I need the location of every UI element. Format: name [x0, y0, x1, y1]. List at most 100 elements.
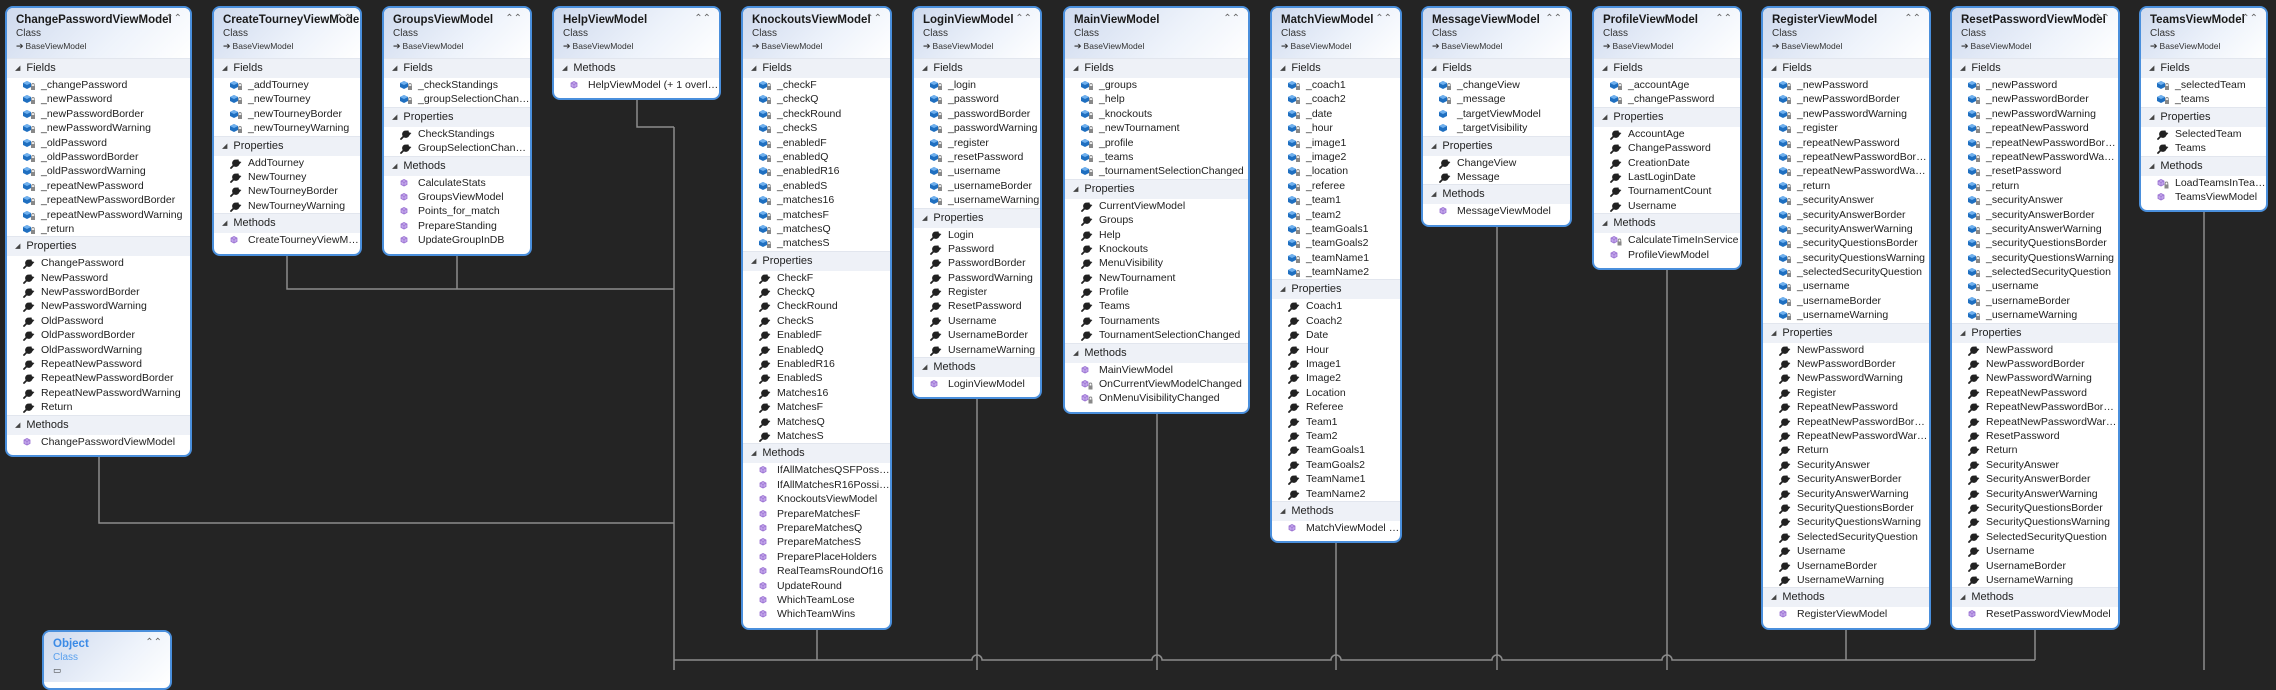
member-property[interactable]: RepeatNewPassword	[1952, 386, 2118, 400]
class-box-profileviewmodel[interactable]: ProfileViewModel Class ➔ BaseViewModel ⌃⌃ ◢ Fi…	[1592, 6, 1742, 270]
member-field[interactable]: _repeatNewPassword	[1763, 136, 1929, 150]
member-property[interactable]: NewPasswordWarning	[1952, 371, 2118, 385]
member-method[interactable]: LoginViewModel	[914, 377, 1040, 391]
member-field[interactable]: _username	[1763, 279, 1929, 293]
member-property[interactable]: Location	[1272, 386, 1400, 400]
member-field[interactable]: _repeatNewPassword	[1952, 121, 2118, 135]
class-box-mainviewmodel[interactable]: MainViewModel Class ➔ BaseViewModel ⌃⌃ ◢ Field…	[1063, 6, 1250, 414]
member-property[interactable]: TeamName1	[1272, 472, 1400, 486]
member-field[interactable]: _newTourneyWarning	[214, 121, 360, 135]
member-method[interactable]: PrepareMatchesQ	[743, 521, 890, 535]
member-field[interactable]: _matches16	[743, 193, 890, 207]
collapse-chevron-icon[interactable]: ⌃⌃	[2093, 13, 2110, 24]
class-box-knockoutsviewmodel[interactable]: KnockoutsViewModel Class ➔ BaseViewModel ⌃⌃ ◢…	[741, 6, 892, 630]
member-property[interactable]: NewPassword	[1952, 343, 2118, 357]
collapse-chevron-icon[interactable]: ⌃⌃	[145, 637, 162, 648]
class-box-object[interactable]: Object Class ▭ ⌃⌃	[42, 630, 172, 690]
member-property[interactable]: UsernameWarning	[1763, 573, 1929, 587]
class-header[interactable]: LoginViewModel Class ➔ BaseViewModel ⌃⌃	[914, 8, 1040, 58]
member-method[interactable]: CreateTourneyViewModel	[214, 233, 360, 247]
member-method[interactable]: GroupsViewModel	[384, 190, 530, 204]
member-field[interactable]: _groupSelectionChanged	[384, 92, 530, 106]
member-field[interactable]: _oldPassword	[7, 136, 190, 150]
class-box-teamsviewmodel[interactable]: TeamsViewModel Class ➔ BaseViewModel ⌃⌃ ◢ Fiel…	[2139, 6, 2268, 213]
member-property[interactable]: MatchesF	[743, 400, 890, 414]
member-method[interactable]: PrepareStanding	[384, 219, 530, 233]
member-field[interactable]: _securityAnswerBorder	[1952, 208, 2118, 222]
member-property[interactable]: Groups	[1065, 213, 1248, 227]
member-method[interactable]: ResetPasswordViewModel	[1952, 607, 2118, 621]
member-field[interactable]: _register	[914, 136, 1040, 150]
class-box-messageviewmodel[interactable]: MessageViewModel Class ➔ BaseViewModel ⌃⌃ ◢ Fi…	[1421, 6, 1572, 227]
member-property[interactable]: RepeatNewPasswordWarning	[1952, 415, 2118, 429]
member-field[interactable]: _tournamentSelectionChanged	[1065, 164, 1248, 178]
member-property[interactable]: Team2	[1272, 429, 1400, 443]
member-field[interactable]: _coach1	[1272, 78, 1400, 92]
member-property[interactable]: SecurityQuestionsBorder	[1763, 501, 1929, 515]
member-property[interactable]: Teams	[1065, 299, 1248, 313]
class-header[interactable]: Object Class ▭ ⌃⌃	[44, 632, 170, 682]
member-property[interactable]: CheckRound	[743, 299, 890, 313]
member-field[interactable]: _securityQuestionsBorder	[1952, 236, 2118, 250]
member-property[interactable]: NewTourneyBorder	[214, 184, 360, 198]
member-field[interactable]: _newPasswordWarning	[7, 121, 190, 135]
member-field[interactable]: _securityAnswerBorder	[1763, 208, 1929, 222]
member-property[interactable]: RepeatNewPasswordBorder	[1763, 415, 1929, 429]
member-property[interactable]: ChangeView	[1423, 156, 1570, 170]
member-field[interactable]: _resetPassword	[1952, 164, 2118, 178]
member-property[interactable]: Return	[7, 400, 190, 414]
member-method[interactable]: MessageViewModel	[1423, 204, 1570, 218]
member-property[interactable]: Register	[1763, 386, 1929, 400]
member-field[interactable]: _newPasswordWarning	[1763, 107, 1929, 121]
class-header[interactable]: RegisterViewModel Class ➔ BaseViewModel ⌃⌃	[1763, 8, 1929, 58]
member-field[interactable]: _enabledS	[743, 179, 890, 193]
member-property[interactable]: NewTourneyWarning	[214, 199, 360, 213]
member-field[interactable]: _changePassword	[7, 78, 190, 92]
member-property[interactable]: RepeatNewPassword	[7, 357, 190, 371]
member-property[interactable]: Username	[1763, 544, 1929, 558]
member-property[interactable]: NewPasswordWarning	[1763, 371, 1929, 385]
section-header-methods[interactable]: ◢ Methods	[914, 357, 1040, 378]
member-property[interactable]: EnabledQ	[743, 343, 890, 357]
member-method[interactable]: UpdateRound	[743, 579, 890, 593]
member-property[interactable]: SecurityAnswer	[1952, 458, 2118, 472]
member-field[interactable]: _teamGoals1	[1272, 222, 1400, 236]
member-field[interactable]: _matchesQ	[743, 222, 890, 236]
member-field[interactable]: _securityAnswerWarning	[1763, 222, 1929, 236]
member-property[interactable]: NewTourney	[214, 170, 360, 184]
member-property[interactable]: SecurityQuestionsWarning	[1952, 515, 2118, 529]
member-field[interactable]: _newPasswordBorder	[1952, 92, 2118, 106]
member-field[interactable]: _targetViewModel	[1423, 107, 1570, 121]
section-header-fields[interactable]: ◢ Fields	[7, 58, 190, 78]
member-method[interactable]: KnockoutsViewModel	[743, 492, 890, 506]
member-property[interactable]: LastLoginDate	[1594, 170, 1740, 184]
member-method[interactable]: HelpViewModel (+ 1 overloa...	[554, 78, 719, 92]
class-header[interactable]: MatchViewModel Class ➔ BaseViewModel ⌃⌃	[1272, 8, 1400, 58]
class-header[interactable]: ProfileViewModel Class ➔ BaseViewModel ⌃⌃	[1594, 8, 1740, 58]
member-property[interactable]: OldPassword	[7, 314, 190, 328]
member-field[interactable]: _register	[1763, 121, 1929, 135]
member-property[interactable]: Tournaments	[1065, 314, 1248, 328]
member-field[interactable]: _login	[914, 78, 1040, 92]
member-field[interactable]: _checkF	[743, 78, 890, 92]
member-property[interactable]: CheckStandings	[384, 127, 530, 141]
member-field[interactable]: _groups	[1065, 78, 1248, 92]
section-header-methods[interactable]: ◢ Methods	[1065, 342, 1248, 363]
member-property[interactable]: UsernameBorder	[1952, 559, 2118, 573]
collapse-chevron-icon[interactable]: ⌃⌃	[165, 13, 182, 24]
member-field[interactable]: _securityQuestionsWarning	[1952, 251, 2118, 265]
member-method[interactable]: IfAllMatchesQSFPossible	[743, 463, 890, 477]
member-property[interactable]: Profile	[1065, 285, 1248, 299]
class-box-matchviewmodel[interactable]: MatchViewModel Class ➔ BaseViewModel ⌃⌃ ◢ Fiel…	[1270, 6, 1402, 544]
member-field[interactable]: _checkQ	[743, 92, 890, 106]
member-field[interactable]: _repeatNewPasswordBorder	[7, 193, 190, 207]
member-property[interactable]: RepeatNewPassword	[1763, 400, 1929, 414]
member-field[interactable]: _repeatNewPasswordWarning	[1763, 164, 1929, 178]
member-field[interactable]: _newPasswordWarning	[1952, 107, 2118, 121]
member-field[interactable]: _newPasswordBorder	[7, 107, 190, 121]
member-property[interactable]: AddTourney	[214, 156, 360, 170]
section-header-fields[interactable]: ◢ Fields	[914, 58, 1040, 78]
member-property[interactable]: UsernameWarning	[1952, 573, 2118, 587]
member-field[interactable]: _teamName1	[1272, 251, 1400, 265]
member-property[interactable]: NewPasswordBorder	[1952, 357, 2118, 371]
